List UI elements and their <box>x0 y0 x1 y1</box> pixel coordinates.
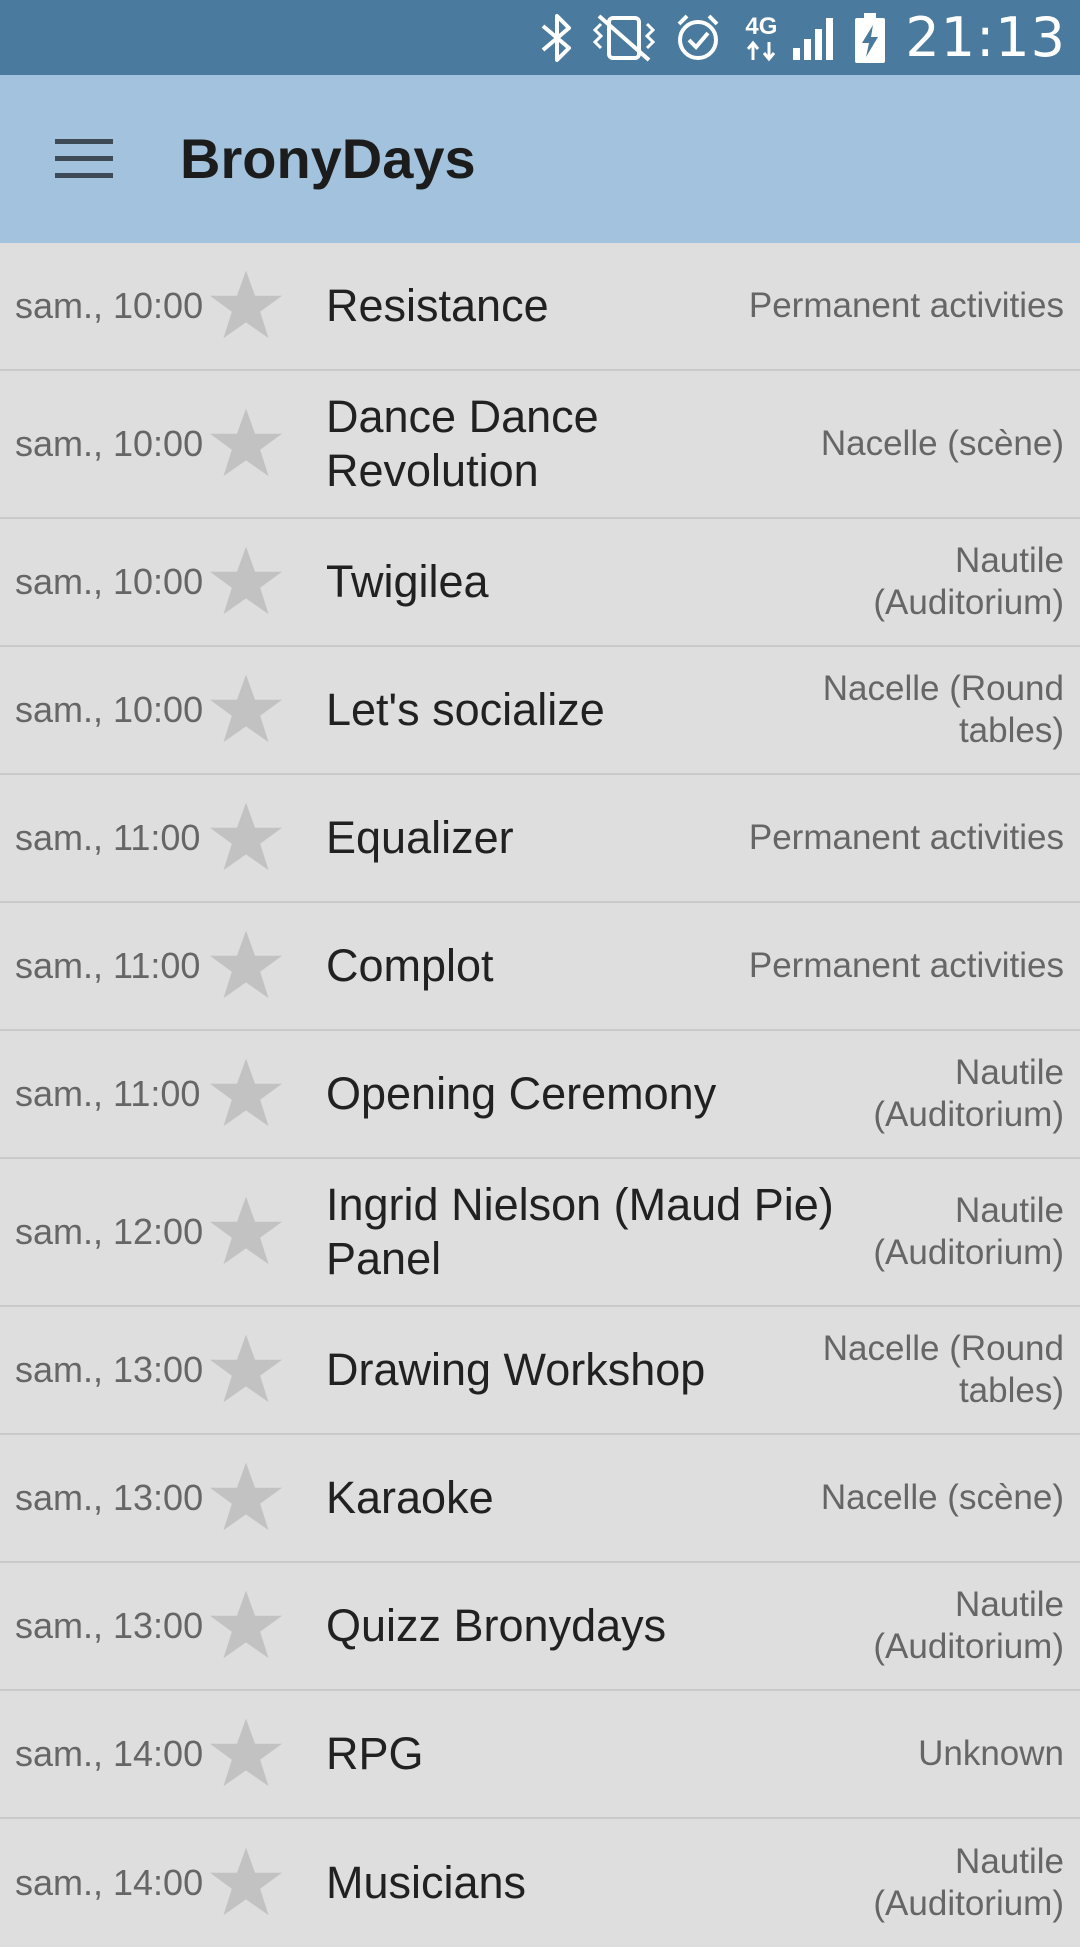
event-title: Musicians <box>326 1857 527 1908</box>
favorite-star-icon[interactable] <box>207 1307 285 1433</box>
event-row[interactable]: sam., 10:00 Dance Dance Revolution Nacel… <box>0 371 1080 519</box>
event-location: Unknown <box>918 1734 1064 1773</box>
alarm-icon <box>673 12 723 64</box>
event-list[interactable]: sam., 10:00 Resistance Permanent activit… <box>0 243 1080 1947</box>
event-time: sam., 14:00 <box>15 1733 204 1774</box>
event-time: sam., 10:00 <box>15 423 204 464</box>
event-location: Nacelle (Round tables) <box>822 1329 1064 1410</box>
event-row[interactable]: sam., 10:00 Resistance Permanent activit… <box>0 243 1080 371</box>
event-location: Nacelle (Round tables) <box>822 669 1064 750</box>
event-title: Opening Ceremony <box>326 1068 717 1119</box>
event-location: Nautile (Auditorium) <box>873 541 1064 622</box>
favorite-star-icon[interactable] <box>207 243 285 369</box>
event-location: Permanent activities <box>748 286 1064 325</box>
favorite-star-icon[interactable] <box>207 1435 285 1561</box>
event-time: sam., 10:00 <box>15 285 204 326</box>
event-row[interactable]: sam., 14:00 Musicians Nautile (Auditoriu… <box>0 1819 1080 1947</box>
favorite-star-icon[interactable] <box>207 1691 285 1817</box>
vibrate-icon <box>589 12 659 64</box>
event-location: Permanent activities <box>748 946 1064 985</box>
favorite-star-icon[interactable] <box>207 371 285 517</box>
status-bar: 4G 21:13 <box>0 0 1080 75</box>
event-title: Ingrid Nielson (Maud Pie) Panel <box>326 1179 834 1284</box>
event-location: Nautile (Auditorium) <box>873 1191 1064 1272</box>
event-location: Nautile (Auditorium) <box>873 1053 1064 1134</box>
app-title: BronyDays <box>180 127 476 190</box>
event-title: Dance Dance Revolution <box>326 391 599 496</box>
favorite-star-icon[interactable] <box>207 903 285 1029</box>
event-time: sam., 13:00 <box>15 1477 204 1518</box>
event-time: sam., 10:00 <box>15 561 204 602</box>
event-title: Drawing Workshop <box>326 1344 706 1395</box>
favorite-star-icon[interactable] <box>207 1563 285 1689</box>
bluetooth-icon <box>539 12 575 64</box>
event-location: Nautile (Auditorium) <box>873 1842 1064 1923</box>
event-time: sam., 13:00 <box>15 1605 204 1646</box>
event-time: sam., 11:00 <box>15 945 201 986</box>
battery-charging-icon <box>853 11 887 65</box>
event-title: Twigilea <box>326 556 489 607</box>
app-bar: BronyDays <box>0 75 1080 243</box>
event-location: Nacelle (scène) <box>820 1478 1064 1517</box>
favorite-star-icon[interactable] <box>207 1159 285 1305</box>
favorite-star-icon[interactable] <box>207 775 285 901</box>
event-title: Quizz Bronydays <box>326 1600 667 1651</box>
event-time: sam., 11:00 <box>15 1073 201 1114</box>
event-time: sam., 14:00 <box>15 1862 204 1903</box>
event-title: Let's socialize <box>326 684 605 735</box>
event-time: sam., 13:00 <box>15 1349 204 1390</box>
favorite-star-icon[interactable] <box>207 647 285 773</box>
status-clock: 21:13 <box>905 6 1066 69</box>
event-time: sam., 12:00 <box>15 1211 204 1252</box>
event-location: Nautile (Auditorium) <box>873 1585 1064 1666</box>
event-row[interactable]: sam., 13:00 Drawing Workshop Nacelle (Ro… <box>0 1307 1080 1435</box>
event-row[interactable]: sam., 11:00 Equalizer Permanent activiti… <box>0 775 1080 903</box>
event-location: Permanent activities <box>748 818 1064 857</box>
event-location: Nacelle (scène) <box>820 424 1064 463</box>
event-row[interactable]: sam., 13:00 Quizz Bronydays Nautile (Aud… <box>0 1563 1080 1691</box>
signal-icon <box>791 14 839 62</box>
favorite-star-icon[interactable] <box>207 519 285 645</box>
event-row[interactable]: sam., 14:00 RPG Unknown <box>0 1691 1080 1819</box>
network-4g-icon: 4G <box>745 13 777 62</box>
event-time: sam., 10:00 <box>15 689 204 730</box>
event-row[interactable]: sam., 13:00 Karaoke Nacelle (scène) <box>0 1435 1080 1563</box>
event-row[interactable]: sam., 11:00 Complot Permanent activities <box>0 903 1080 1031</box>
event-row[interactable]: sam., 10:00 Twigilea Nautile (Auditorium… <box>0 519 1080 647</box>
event-row[interactable]: sam., 12:00 Ingrid Nielson (Maud Pie) Pa… <box>0 1159 1080 1307</box>
favorite-star-icon[interactable] <box>207 1819 285 1947</box>
hamburger-menu-icon[interactable] <box>44 125 124 193</box>
event-row[interactable]: sam., 10:00 Let's socialize Nacelle (Rou… <box>0 647 1080 775</box>
favorite-star-icon[interactable] <box>207 1031 285 1157</box>
event-time: sam., 11:00 <box>15 817 201 858</box>
event-row[interactable]: sam., 11:00 Opening Ceremony Nautile (Au… <box>0 1031 1080 1159</box>
